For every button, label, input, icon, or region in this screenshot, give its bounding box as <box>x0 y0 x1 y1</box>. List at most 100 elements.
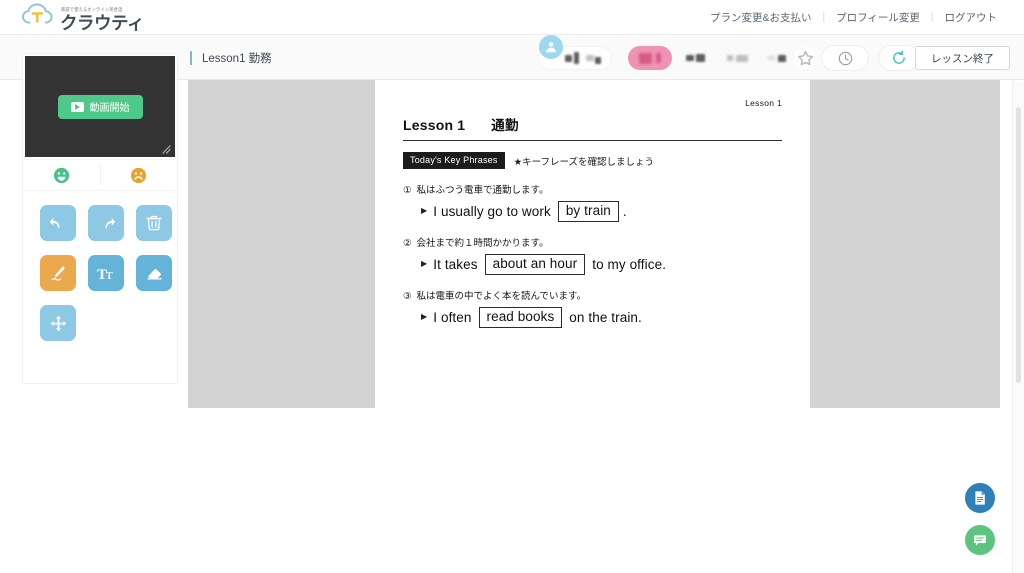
nav-profile-edit[interactable]: プロフィール変更 <box>825 10 931 25</box>
move-arrows-icon <box>50 315 66 331</box>
resize-handle-icon[interactable] <box>162 145 171 154</box>
video-start-button[interactable]: 動画開始 <box>57 94 143 119</box>
phrase-answer-box-2[interactable]: about an hour <box>484 253 586 275</box>
logo-name: クラウティ <box>60 13 144 33</box>
top-navigation: プラン変更&お支払い | プロフィール変更 | ログアウト <box>699 0 1008 34</box>
tool-redo[interactable] <box>88 205 124 241</box>
fab-chat[interactable] <box>965 525 995 555</box>
video-panel[interactable]: 動画開始 <box>25 56 175 157</box>
phrase-answer-box-3[interactable]: read books <box>478 306 563 328</box>
frowning-face-icon <box>131 167 147 183</box>
phrase-en-row-3: ▶ I often read books on the train. <box>421 306 782 328</box>
chat-bubble-icon <box>974 535 986 546</box>
tool-eraser[interactable] <box>136 255 172 291</box>
refresh-button-wrap <box>878 35 920 81</box>
phrase-jp-3: 私は電車の中でよく本を読んでいます。 <box>416 290 587 302</box>
svg-text:T: T <box>106 271 113 282</box>
logo-tagline: 家庭で使えるオンライン英会話 <box>61 6 123 13</box>
student-name-redacted <box>565 54 572 62</box>
phrase-en-after-2: to my office. <box>592 256 667 272</box>
canvas-left-pane <box>188 80 375 408</box>
lesson-title-group: Lesson1 勤務 <box>190 35 272 81</box>
phrase-number-3: ③ <box>403 290 412 302</box>
teacher-name-redacted-2 <box>656 53 661 63</box>
teacher-name-redacted <box>639 52 652 64</box>
student-name-redacted-3 <box>586 55 594 61</box>
finish-lesson-button[interactable]: レッスン終了 <box>915 46 1010 70</box>
keyphrase-header: Today's Key Phrases ★キーフレーズを確認しましょう <box>403 152 782 169</box>
page-scrollbar[interactable] <box>1012 81 1024 573</box>
phrase-en-before-1: I usually go to work <box>433 203 551 219</box>
label-redacted-1 <box>686 55 694 61</box>
tool-row-2: T T <box>23 255 177 291</box>
nav-plan-payment[interactable]: プラン変更&お支払い <box>699 10 823 25</box>
finish-button-wrap: レッスン終了 <box>915 35 1010 81</box>
brand-logo[interactable]: 家庭で使えるオンライン英会話 クラウティ <box>22 2 144 32</box>
play-icon <box>70 101 84 112</box>
reaction-happy[interactable] <box>23 167 100 184</box>
lesson-page-heading: Lesson 1 通勤 <box>403 114 782 134</box>
student-name-redacted-2 <box>574 52 579 64</box>
label-redacted-3 <box>727 55 733 61</box>
left-sidebar: 動画開始 T T <box>22 53 178 384</box>
eraser-icon <box>146 268 162 279</box>
tool-grid-spacer <box>23 355 177 383</box>
heading-en: Lesson 1 <box>403 117 466 133</box>
lesson-title: Lesson1 勤務 <box>202 53 272 65</box>
smiling-face-icon <box>53 167 69 183</box>
timer-button[interactable] <box>821 45 869 71</box>
label-redacted-6 <box>778 54 786 62</box>
phrase-en-before-3: I often <box>433 309 472 325</box>
text-tt-icon: T T <box>97 267 113 283</box>
cloud-logo-icon <box>22 2 56 32</box>
bullet-arrow-icon-2: ▶ <box>421 259 428 269</box>
lesson-page[interactable]: Lesson 1 Lesson 1 通勤 Today's Key Phrases… <box>375 80 810 408</box>
tool-row-1 <box>23 205 177 241</box>
refresh-icon <box>893 50 905 64</box>
nav-logout[interactable]: ログアウト <box>934 10 1009 25</box>
participants-cluster <box>539 35 816 81</box>
phrase-en-after-1: . <box>622 203 627 219</box>
fab-document[interactable] <box>965 483 995 513</box>
document-icon <box>975 491 985 505</box>
tool-text[interactable]: T T <box>88 255 124 291</box>
tool-delete[interactable] <box>136 205 172 241</box>
phrase-jp-row-1: ① 私はふつう電車で通勤します。 <box>403 182 782 196</box>
canvas-right-pane <box>810 80 1000 408</box>
label-redacted-5 <box>768 56 775 60</box>
tool-pen[interactable] <box>40 255 76 291</box>
keyphrase-badge: Today's Key Phrases <box>403 152 505 169</box>
video-start-label: 動画開始 <box>89 103 130 114</box>
phrase-en-before-2: It takes <box>433 256 478 272</box>
label-redacted-4 <box>736 54 748 62</box>
phrase-number-1: ① <box>403 184 412 196</box>
phrase-jp-2: 会社まで約１時間かかります。 <box>416 237 549 249</box>
phrase-jp-row-2: ② 会社まで約１時間かかります。 <box>403 235 782 249</box>
heading-jp: 通勤 <box>491 118 519 133</box>
undo-arrow-icon <box>49 217 59 228</box>
refresh-button[interactable] <box>878 45 920 71</box>
teacher-badge[interactable] <box>628 46 672 70</box>
tool-undo[interactable] <box>40 205 76 241</box>
tool-row-3 <box>23 305 177 341</box>
page-corner-label: Lesson 1 <box>745 98 782 108</box>
keyphrase-instruction: ★キーフレーズを確認しましょう <box>513 156 655 168</box>
phrase-en-row-2: ▶ It takes about an hour to my office. <box>421 253 782 275</box>
phrase-number-2: ② <box>403 237 412 249</box>
star-icon[interactable] <box>794 47 816 69</box>
tool-move[interactable] <box>40 305 76 341</box>
trash-icon <box>146 215 162 231</box>
reaction-sad[interactable] <box>101 167 178 184</box>
lesson-canvas: Lesson 1 Lesson 1 通勤 Today's Key Phrases… <box>188 80 1000 408</box>
scrollbar-thumb[interactable] <box>1016 107 1021 383</box>
person-avatar-icon[interactable] <box>539 35 563 59</box>
phrase-en-row-1: ▶ I usually go to work by train . <box>421 200 782 222</box>
title-accent-bar <box>190 51 192 65</box>
clock-icon <box>838 51 852 65</box>
timer-button-wrap <box>821 35 869 81</box>
bullet-arrow-icon-3: ▶ <box>421 312 428 322</box>
phrase-item-1: ① 私はふつう電車で通勤します。 ▶ I usually go to work … <box>403 182 782 222</box>
redo-arrow-icon <box>105 217 115 228</box>
heading-divider <box>403 140 782 142</box>
phrase-answer-box-1[interactable]: by train <box>557 200 619 222</box>
